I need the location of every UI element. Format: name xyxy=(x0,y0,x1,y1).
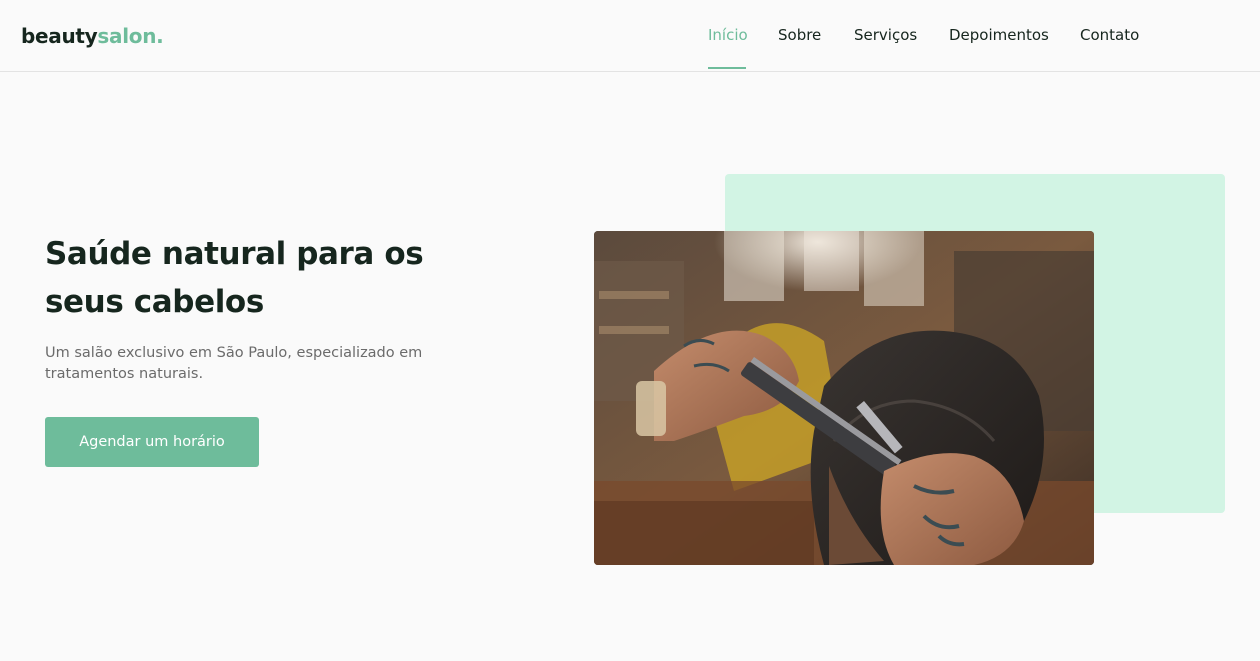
nav-item-contato[interactable]: Contato xyxy=(1080,25,1139,45)
nav-item-servicos[interactable]: Serviços xyxy=(854,25,917,45)
barber-photo-illustration xyxy=(594,231,1094,565)
nav-item-sobre[interactable]: Sobre xyxy=(778,25,821,45)
active-nav-indicator xyxy=(708,67,746,69)
hero-title: Saúde natural para os seus cabelos xyxy=(45,236,424,320)
schedule-appointment-button[interactable]: Agendar um horário xyxy=(45,417,259,467)
nav-item-inicio[interactable]: Início xyxy=(708,25,748,45)
site-header: beautysalon. Início Sobre Serviços Depoi… xyxy=(0,0,1260,72)
main-nav: Início Sobre Serviços Depoimentos Contat… xyxy=(0,0,1260,72)
nav-item-depoimentos[interactable]: Depoimentos xyxy=(949,25,1049,45)
hero-subtitle: Um salão exclusivo em São Paulo, especia… xyxy=(45,345,423,382)
hero-photo xyxy=(594,231,1094,565)
